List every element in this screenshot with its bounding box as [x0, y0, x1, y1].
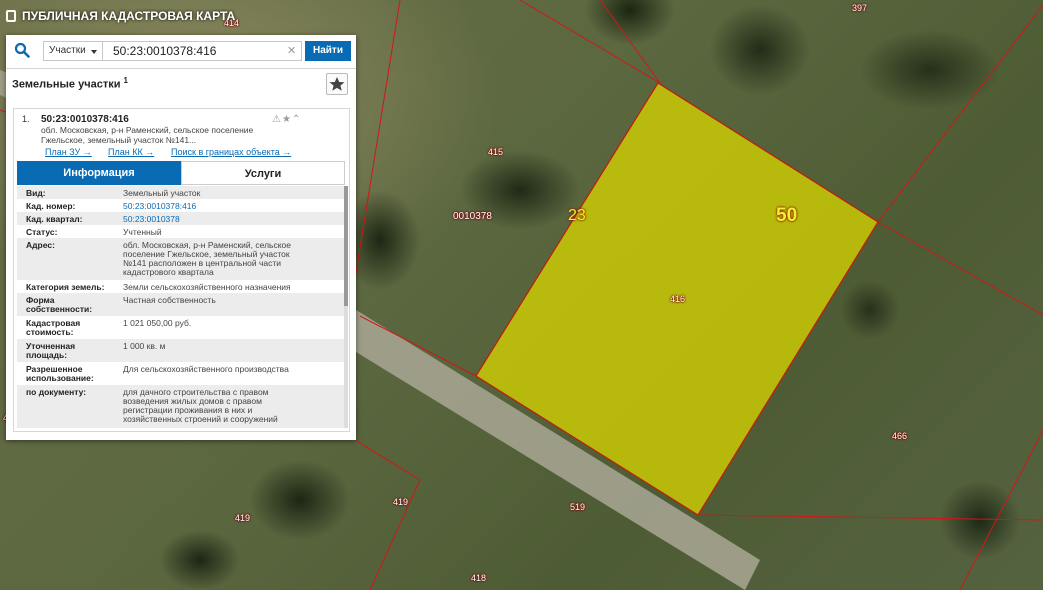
info-key: Форма собственности: — [26, 295, 93, 314]
info-row: по документу: для дачного строительства … — [17, 385, 344, 428]
tab-information[interactable]: Информация — [17, 161, 181, 185]
info-key: Кад. номер: — [26, 201, 76, 211]
map-label-50: 50 — [776, 205, 798, 226]
search-icon[interactable] — [14, 42, 30, 58]
search-type-select[interactable]: Участки — [43, 41, 103, 61]
info-value-link[interactable]: 50:23:0010378 — [123, 215, 301, 224]
map-label-415: 415 — [488, 147, 504, 157]
info-key: Уточненная площадь: — [26, 341, 76, 360]
warning-icon[interactable]: ⚠ — [272, 114, 282, 125]
search-type-value: Участки — [49, 45, 86, 56]
map-label-23: 23 — [568, 207, 586, 224]
map-label-519: 519 — [570, 502, 586, 512]
tab-services[interactable]: Услуги — [181, 161, 345, 185]
scrollbar[interactable] — [344, 186, 348, 428]
search-panel: Участки ✕ Найти Земельные участки 1 1. 5… — [6, 35, 356, 440]
result-card: 1. 50:23:0010378:416 обл. Московская, р-… — [13, 108, 350, 432]
search-bar: Участки ✕ Найти — [6, 35, 356, 69]
info-value: Учтенный — [123, 227, 162, 237]
rosreestr-logo-icon — [6, 10, 16, 22]
info-row: Адрес: обл. Московская, р-н Раменский, с… — [17, 238, 344, 280]
info-row: Вид: Земельный участок — [17, 186, 344, 199]
search-input[interactable] — [103, 41, 302, 61]
map-label-419-b: 419 — [235, 513, 251, 523]
info-key: Вид: — [26, 188, 46, 198]
star-outline-icon[interactable]: ★ — [282, 114, 292, 125]
info-key: Категория земель: — [26, 282, 105, 292]
info-value: Земельный участок — [123, 188, 201, 198]
results-title-text: Земельные участки — [12, 78, 121, 91]
info-tabs: Информация Услуги — [17, 161, 347, 185]
info-value: обл. Московская, р-н Раменский, сельское… — [123, 240, 292, 277]
info-value: для дачного строительства с правом возве… — [123, 387, 278, 424]
plan-kk-link[interactable]: План КК → — [108, 147, 154, 157]
info-value: 1 021 050,00 руб. — [123, 318, 192, 328]
info-row: Разрешенное использование: Для сельскохо… — [17, 362, 344, 385]
app-title: ПУБЛИЧНАЯ КАДАСТРОВАЯ КАРТА — [22, 9, 236, 23]
app-header: ПУБЛИЧНАЯ КАДАСТРОВАЯ КАРТА — [6, 9, 235, 23]
info-value-link[interactable]: 50:23:0010378:416 — [123, 202, 301, 211]
info-value: Частная собственность — [123, 295, 216, 305]
plan-zu-link[interactable]: План ЗУ → — [45, 147, 92, 157]
info-row: Уточненная площадь: 1 000 кв. м — [17, 339, 344, 362]
info-key: Адрес: — [26, 240, 55, 250]
info-row: Кад. квартал: 50:23:0010378 — [17, 212, 344, 225]
search-in-bounds-link[interactable]: Поиск в границах объекта → — [171, 147, 291, 157]
result-cadastral-number[interactable]: 50:23:0010378:416 — [41, 114, 129, 125]
clear-icon[interactable]: ✕ — [287, 44, 296, 57]
info-key: Кад. квартал: — [26, 214, 83, 224]
info-key: по документу: — [26, 387, 87, 397]
info-key: Статус: — [26, 227, 58, 237]
info-value: Для сельскохозяйственного производства — [123, 364, 289, 374]
map-label-419: 419 — [393, 497, 409, 507]
info-row: Статус: Учтенный — [17, 225, 344, 238]
info-row: Категория земель: Земли сельскохозяйстве… — [17, 280, 344, 293]
info-row: Кад. номер: 50:23:0010378:416 — [17, 199, 344, 212]
map-label-397: 397 — [852, 3, 868, 13]
map-label-466: 466 — [892, 431, 908, 441]
info-value: Земли сельскохозяйственного назначения — [123, 282, 291, 292]
result-index: 1. — [22, 114, 30, 124]
results-title: Земельные участки 1 — [12, 76, 128, 91]
card-actions: ⚠★⌃ — [272, 114, 301, 125]
info-row: Форма собственности: Частная собственнос… — [17, 293, 344, 316]
map-label-quarter: 0010378 — [453, 211, 492, 222]
find-button[interactable]: Найти — [305, 41, 351, 61]
info-value: 1 000 кв. м — [123, 341, 166, 351]
chevron-up-icon[interactable]: ⌃ — [292, 114, 301, 125]
results-header: Земельные участки 1 — [6, 69, 356, 99]
info-key: Кадастровая стоимость: — [26, 318, 81, 337]
info-row: Кадастровая стоимость: 1 021 050,00 руб. — [17, 316, 344, 339]
results-count: 1 — [123, 76, 128, 85]
map-label-416: 416 — [670, 294, 686, 304]
map-label-418: 418 — [471, 573, 487, 583]
info-key: Разрешенное использование: — [26, 364, 94, 383]
chevron-down-icon — [91, 50, 97, 54]
star-icon — [329, 77, 345, 91]
info-table: Вид: Земельный участок Кад. номер: 50:23… — [17, 186, 344, 428]
scrollbar-thumb[interactable] — [344, 186, 348, 306]
favorite-button[interactable] — [326, 73, 348, 95]
result-address: обл. Московская, р-н Раменский, сельское… — [41, 125, 254, 145]
